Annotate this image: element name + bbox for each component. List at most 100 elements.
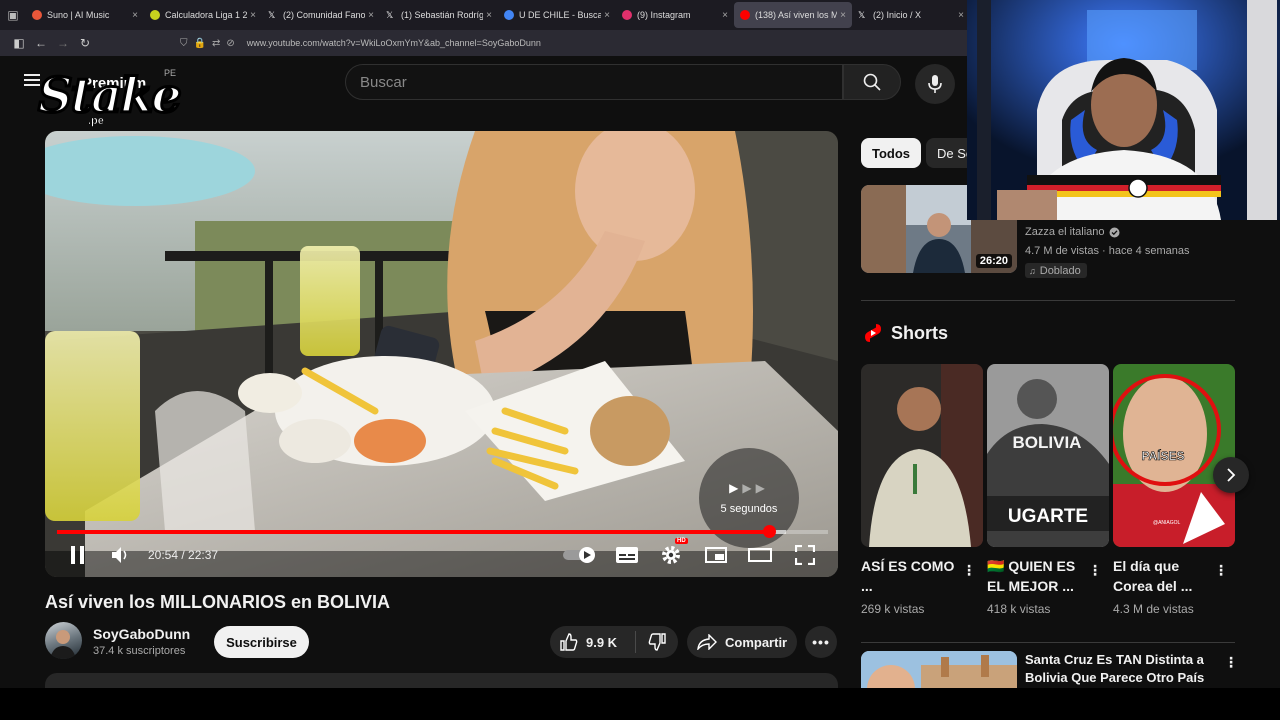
browser-tab[interactable]: 𝕏 (2) Comunidad Fanodepo× xyxy=(262,2,380,28)
short-more-icon[interactable]: ⋮ xyxy=(962,562,976,579)
share-button[interactable]: Compartir xyxy=(687,626,797,658)
pause-button[interactable] xyxy=(67,543,89,567)
played-bar xyxy=(57,530,770,534)
back-icon[interactable]: ← xyxy=(30,36,52,50)
forward-icon[interactable]: → xyxy=(52,36,74,50)
browser-tab-title: (1) Sebastián Rodríguez xyxy=(401,10,484,20)
short-more-icon[interactable]: ⋮ xyxy=(1088,562,1102,579)
recommended-channel-name: Zazza el italiano xyxy=(1025,226,1105,238)
browser-tab-title: (2) Comunidad Fanodepo xyxy=(283,10,366,20)
subscribe-button[interactable]: Suscribirse xyxy=(214,626,309,658)
address-bar[interactable]: www.youtube.com/watch?v=WkiLoOxmYmY&ab_c… xyxy=(247,38,541,48)
short-views: 418 k vistas xyxy=(987,602,1051,616)
browser-tab[interactable]: 𝕏 (1) Sebastián Rodríguez× xyxy=(380,2,498,28)
short-image: BOLIVIA UGARTE xyxy=(987,364,1109,547)
volume-button[interactable] xyxy=(109,543,133,567)
volume-icon xyxy=(112,547,127,563)
browser-tab[interactable]: (9) Instagram × xyxy=(616,2,734,28)
webcam-overlay xyxy=(967,0,1280,220)
browser-tab-title: Suno | AI Music xyxy=(47,10,110,20)
chip-all[interactable]: Todos xyxy=(861,138,922,168)
autoplay-icon xyxy=(563,547,595,563)
browser-tab[interactable]: 𝕏 (2) Inicio / X × xyxy=(852,2,970,28)
theater-mode-button[interactable] xyxy=(748,543,772,567)
short-watermark: @ANIAGOL xyxy=(1153,520,1181,526)
more-horizontal-icon: ••• xyxy=(812,634,830,650)
close-tab-icon[interactable]: × xyxy=(722,10,728,21)
fullscreen-icon xyxy=(795,545,815,565)
subscriber-count: 37.4 k suscriptores xyxy=(93,645,186,657)
skip-text: 5 segundos xyxy=(720,503,778,515)
skip-arrows-icon: ▶▶▶ xyxy=(729,481,769,495)
shorts-next-button[interactable] xyxy=(1213,457,1249,493)
like-count: 9.9 K xyxy=(586,634,618,650)
gear-icon xyxy=(662,546,680,564)
site-info-icons[interactable]: ⛉🔒⇄⊘ xyxy=(180,38,241,49)
voice-search-button[interactable] xyxy=(915,64,955,104)
x-logo-icon: 𝕏 xyxy=(386,10,394,20)
short-image: PAÍSES @ANIAGOL xyxy=(1113,364,1235,547)
short-thumb-text: BOLIVIA xyxy=(1013,433,1082,452)
recommended-channel[interactable]: Zazza el italiano xyxy=(1025,226,1120,238)
short-title[interactable]: El día que Corea del ... xyxy=(1113,556,1208,596)
reload-icon[interactable]: ↻ xyxy=(74,36,96,50)
short-title[interactable]: ASÍ ES COMO ... xyxy=(861,556,956,596)
close-tab-icon[interactable]: × xyxy=(486,10,492,21)
short-more-icon[interactable]: ⋮ xyxy=(1214,562,1228,579)
close-tab-icon[interactable]: × xyxy=(840,10,846,21)
progress-bar[interactable] xyxy=(57,525,828,538)
search-button[interactable] xyxy=(843,64,901,100)
short-thumbnail[interactable] xyxy=(861,364,983,547)
dislike-button[interactable] xyxy=(636,633,666,651)
video-title: Así viven los MILLONARIOS en BOLIVIA xyxy=(45,592,391,612)
microphone-icon xyxy=(928,75,942,93)
subtitles-button[interactable] xyxy=(615,543,639,567)
miniplayer-icon xyxy=(705,547,727,563)
browser-tab[interactable]: Calculadora Liga 1 2024× xyxy=(144,2,262,28)
video-player[interactable]: ▶▶▶ 5 segundos 20:54 / 22:37 HD xyxy=(45,131,838,577)
short-thumbnail[interactable]: PAÍSES @ANIAGOL xyxy=(1113,364,1235,547)
recommended-meta: 4.7 M de vistas · hace 4 semanas xyxy=(1025,245,1190,257)
recommended-title[interactable]: Santa Cruz Es TAN Distinta a Bolivia Que… xyxy=(1025,651,1205,687)
browser-tab-title: Calculadora Liga 1 2024 xyxy=(165,10,248,20)
favicon-icon xyxy=(32,10,42,20)
dubbed-badge: ♫ Doblado xyxy=(1025,263,1087,278)
miniplayer-button[interactable] xyxy=(704,543,728,567)
sidebar-toggle-icon[interactable]: ◧ xyxy=(8,36,30,50)
tab-list-icon[interactable]: ▣ xyxy=(0,0,26,30)
close-tab-icon[interactable]: × xyxy=(958,10,964,21)
close-tab-icon[interactable]: × xyxy=(368,10,374,21)
thumbs-down-icon xyxy=(648,633,666,651)
browser-tab[interactable]: U DE CHILE - Buscar con Google× xyxy=(498,2,616,28)
share-icon xyxy=(697,634,717,650)
short-title[interactable]: 🇧🇴 QUIEN ES EL MEJOR ... xyxy=(987,556,1082,596)
subtitles-icon xyxy=(616,547,638,563)
fullscreen-button[interactable] xyxy=(793,543,817,567)
close-tab-icon[interactable]: × xyxy=(132,10,138,21)
recommended-thumbnail[interactable] xyxy=(861,651,1017,691)
short-views: 269 k vistas xyxy=(861,602,925,616)
sponsor-watermark: Stake .pe xyxy=(37,67,184,134)
settings-button[interactable]: HD xyxy=(659,538,688,567)
thumbnail-image xyxy=(861,651,1017,691)
close-tab-icon[interactable]: × xyxy=(250,10,256,21)
recommended-more-icon[interactable]: ⋮ xyxy=(1224,654,1238,671)
dubbed-icon: ♫ xyxy=(1029,265,1036,276)
time-display: 20:54 / 22:37 xyxy=(148,548,219,562)
short-thumbnail[interactable]: BOLIVIA UGARTE xyxy=(987,364,1109,547)
channel-name[interactable]: SoyGaboDunn xyxy=(93,626,190,642)
browser-tab-title: U DE CHILE - Buscar con Google xyxy=(519,10,602,20)
autoplay-toggle[interactable] xyxy=(563,543,597,567)
browser-tab[interactable]: Suno | AI Music × xyxy=(26,2,144,28)
search-input[interactable]: Buscar xyxy=(345,64,843,100)
like-button[interactable]: 9.9 K xyxy=(550,631,636,653)
close-tab-icon[interactable]: × xyxy=(604,10,610,21)
theater-icon xyxy=(748,548,772,562)
video-duration: 26:20 xyxy=(975,254,1012,268)
chevron-right-icon xyxy=(1227,468,1236,482)
channel-avatar[interactable] xyxy=(45,622,82,659)
more-actions-button[interactable]: ••• xyxy=(805,626,837,658)
player-controls: 20:54 / 22:37 HD xyxy=(45,537,838,577)
browser-tab[interactable]: (138) Así viven los MILLONARIOS× xyxy=(734,2,852,28)
pause-icon xyxy=(71,546,84,564)
